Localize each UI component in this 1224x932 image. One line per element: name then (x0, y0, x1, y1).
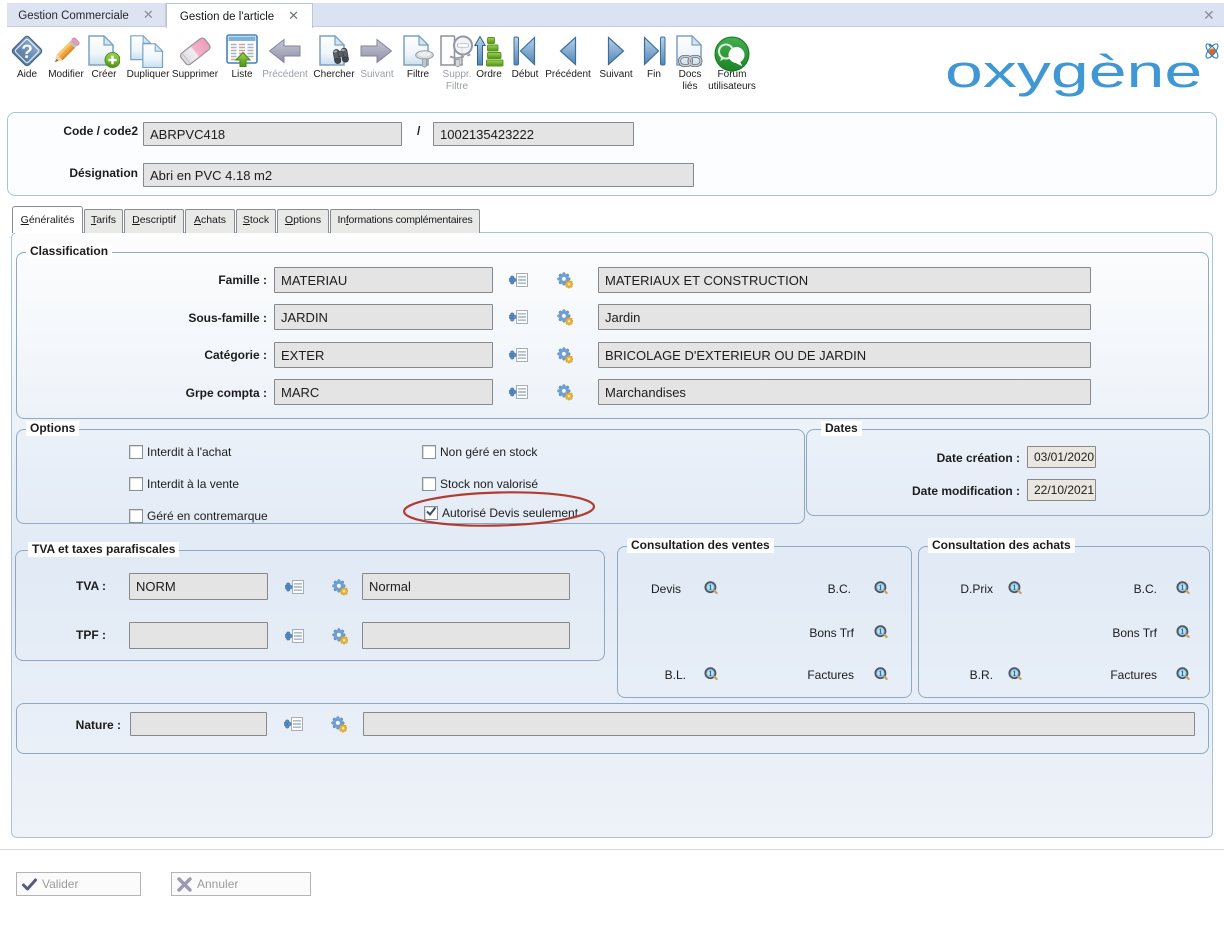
svg-text:?: ? (21, 42, 33, 63)
